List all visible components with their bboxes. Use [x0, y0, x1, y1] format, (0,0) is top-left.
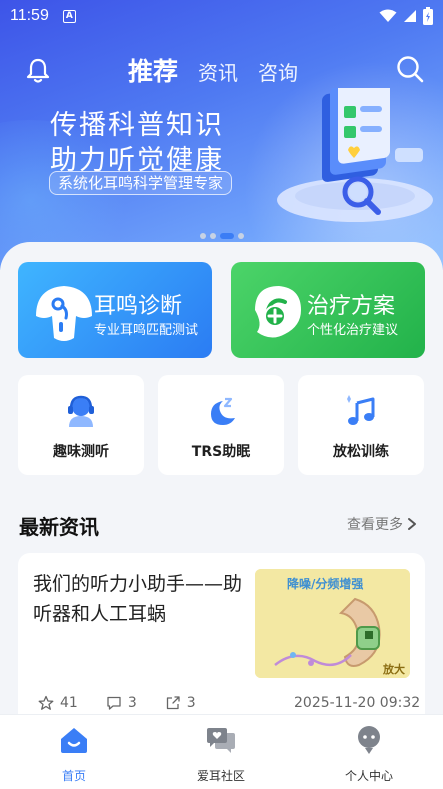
chevron-right-icon — [408, 518, 416, 530]
like-count: 41 — [60, 695, 78, 711]
wifi-icon — [379, 9, 397, 22]
nav-profile[interactable]: 个人中心 — [324, 725, 414, 784]
share-icon — [166, 696, 180, 710]
treatment-plan-card[interactable]: 治疗方案 个性化治疗建议 — [231, 262, 425, 358]
see-more-label: 查看更多 — [347, 517, 403, 533]
status-a-icon: A — [62, 9, 76, 23]
top-tabs: 推荐 资讯 咨询 — [128, 52, 298, 88]
news-title: 我们的听力小助手——助听器和人工耳蜗 — [33, 573, 243, 625]
feature-title: 耳鸣诊断 — [94, 294, 183, 319]
trs-sleep-card[interactable]: TRS助眠 — [158, 375, 284, 475]
profile-icon — [358, 726, 380, 754]
share-count: 3 — [186, 695, 196, 711]
community-chat-icon — [207, 728, 235, 753]
pagination-dot[interactable] — [210, 233, 216, 239]
pagination-dot-active[interactable] — [220, 233, 234, 239]
thumb-caption-top: 降噪/分频增强 — [287, 577, 364, 591]
pagination-dot[interactable] — [200, 233, 206, 239]
battery-icon — [423, 7, 433, 25]
nav-label: 首页 — [61, 769, 86, 783]
tab-consult[interactable]: 咨询 — [258, 57, 298, 86]
comment-icon — [107, 696, 121, 710]
nav-label: 爱耳社区 — [196, 769, 245, 783]
nav-label: 个人中心 — [344, 769, 393, 783]
feature-subtitle: 专业耳鸣匹配测试 — [94, 323, 199, 338]
share-action[interactable]: 3 — [165, 695, 196, 711]
banner-subtitle: 系统化耳鸣科学管理专家 — [49, 171, 233, 195]
mushroom-ear-icon — [36, 286, 92, 341]
fun-hearing-test-card[interactable]: 趣味测听 — [18, 375, 144, 475]
status-time: 11:59 — [10, 7, 49, 24]
banner-pagination — [200, 233, 244, 239]
star-icon — [38, 695, 54, 710]
feature-subtitle: 个性化治疗建议 — [307, 323, 399, 338]
news-thumbnail: 降噪/分频增强 放大 — [255, 569, 410, 678]
like-action[interactable]: 41 — [38, 695, 78, 711]
search-icon[interactable] — [395, 54, 425, 84]
bottom-nav: 首页 爱耳社区 个人中心 — [0, 714, 443, 789]
banner-headline-1: 传播科普知识 — [50, 110, 224, 141]
tool-label: 放松训练 — [333, 444, 389, 460]
news-meta: 41 3 3 — [38, 695, 196, 711]
status-bar: 11:59 A — [0, 0, 443, 32]
status-icons — [379, 7, 433, 25]
tinnitus-diagnosis-card[interactable]: 耳鸣诊断 专业耳鸣匹配测试 — [18, 262, 212, 358]
signal-icon — [404, 10, 416, 22]
news-timestamp: 2025-11-20 09:32 — [294, 695, 421, 711]
news-section-title: 最新资讯 — [19, 515, 99, 539]
tab-recommend[interactable]: 推荐 — [128, 52, 178, 88]
see-more-link[interactable]: 查看更多 — [347, 514, 417, 534]
top-nav: 推荐 资讯 咨询 — [0, 50, 443, 90]
headset-user-icon — [68, 395, 94, 427]
news-item[interactable]: 我们的听力小助手——助听器和人工耳蜗 降噪/分频增强 放大 41 3 3 202… — [18, 553, 425, 733]
relaxation-training-card[interactable]: 放松训练 — [298, 375, 424, 475]
nav-community[interactable]: 爱耳社区 — [176, 725, 266, 784]
bell-icon[interactable] — [24, 56, 52, 84]
feature-title: 治疗方案 — [307, 294, 396, 319]
moon-sleep-icon — [211, 397, 235, 425]
tool-label: 趣味测听 — [53, 444, 109, 460]
thumb-caption-corner: 放大 — [383, 663, 405, 676]
pagination-dot[interactable] — [238, 233, 244, 239]
comment-count: 3 — [127, 695, 137, 711]
comment-action[interactable]: 3 — [106, 695, 137, 711]
ear-plus-icon — [255, 286, 301, 338]
tab-news[interactable]: 资讯 — [198, 57, 238, 86]
health-checklist-illustration — [277, 88, 433, 222]
nav-home[interactable]: 首页 — [29, 725, 119, 784]
tool-label: TRS助眠 — [191, 444, 251, 460]
music-note-icon — [347, 395, 375, 425]
home-icon — [61, 728, 87, 753]
